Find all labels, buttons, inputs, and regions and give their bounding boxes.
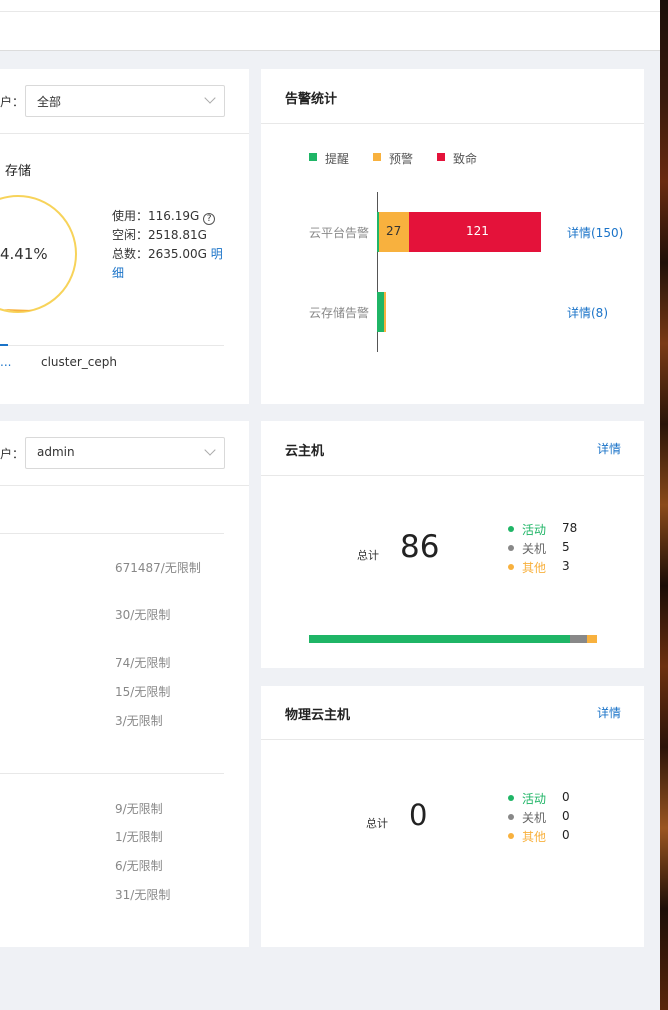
divider (0, 533, 224, 534)
legend-label-warn: 预警 (389, 152, 414, 166)
alarm-storage-detail-link[interactable]: 详情(8) (567, 304, 608, 321)
storage-usage-percent: 4.41% (0, 245, 48, 263)
physical-machine-card: 物理云主机 详情 总计 0 活动 0 关机 0 其他 0 (261, 686, 644, 947)
stat-label-other: 其他 (522, 561, 547, 575)
free-value: 2518.81G (148, 228, 207, 242)
status-bar-other (586, 635, 597, 643)
legend-label-fatal: 致命 (453, 152, 478, 166)
alarm-bar-storage (377, 292, 397, 332)
storage-total-row: 总数：2635.00G 明 (112, 245, 223, 262)
legend-swatch-remind (309, 153, 317, 161)
chevron-down-icon (204, 444, 216, 456)
quota-card: 户： admin 671487/无限制 30/无限制 74/无限制 15/无限制… (0, 421, 249, 947)
stat-label-other: 其他 (522, 830, 547, 844)
stat-value-off: 5 (562, 540, 570, 554)
stat-label-off: 关机 (522, 811, 547, 825)
status-dot-off (508, 545, 514, 551)
bar-label-warn: 27 (386, 224, 402, 238)
vm-stats-legend: 活动 78 关机 5 其他 3 (508, 521, 618, 581)
total-value: 2635.00G (148, 247, 207, 261)
stat-value-other: 3 (562, 559, 570, 573)
tenant-select[interactable]: admin (25, 437, 225, 469)
stat-value-active: 0 (562, 790, 570, 804)
quota-value: 3/无限制 (115, 714, 163, 728)
divider (261, 739, 644, 740)
divider (261, 475, 644, 476)
quota-value: 15/无限制 (115, 685, 171, 699)
legend-swatch-fatal (437, 153, 445, 161)
stat-value-active: 78 (562, 521, 578, 535)
bar-seg-warn (384, 292, 386, 332)
vm-detail-link[interactable]: 详情 (597, 440, 621, 457)
quota-value: 30/无限制 (115, 608, 171, 622)
cluster-tab-active-indicator (0, 344, 8, 346)
bar-seg-remind (377, 292, 384, 332)
alarm-card-title: 告警统计 (285, 92, 338, 107)
divider (0, 133, 249, 134)
alarm-card: 告警统计 提醒 预警 致命 云平台告警 27 121 详情(150) 云存储告警… (261, 69, 644, 404)
quota-value: 1/无限制 (115, 830, 163, 844)
storage-used-row: 使用：116.19G ? (112, 207, 216, 225)
storage-detail-link-cont[interactable]: 细 (112, 264, 124, 281)
status-dot-other (508, 833, 514, 839)
bar-label-fatal: 121 (466, 224, 489, 238)
quota-value: 6/无限制 (115, 859, 163, 873)
quota-value: 671487/无限制 (115, 561, 201, 575)
storage-free-row: 空闲：2518.81G (112, 226, 207, 243)
quota-value: 31/无限制 (115, 888, 171, 902)
pm-card-title: 物理云主机 (285, 708, 351, 723)
desktop-background (660, 0, 668, 1010)
tenant-select-value: admin (37, 445, 75, 459)
stat-value-off: 0 (562, 809, 570, 823)
vm-card: 云主机 详情 总计 86 活动 78 关机 5 其他 3 (261, 421, 644, 668)
storage-card: 户： 全部 存储 4.41% 使用：116.19G ? 空闲：2518.81G … (0, 69, 249, 404)
used-label: 使用： (112, 209, 149, 223)
alarm-row-label-storage: 云存储告警 (309, 306, 370, 320)
status-bar-active (309, 635, 571, 643)
stat-label-active: 活动 (522, 792, 547, 806)
storage-detail-link[interactable]: 明 (211, 247, 223, 261)
cluster-tabs-divider (0, 345, 224, 346)
status-dot-off (508, 814, 514, 820)
question-circle-icon[interactable]: ? (203, 213, 216, 225)
cluster-tab-ceph[interactable]: cluster_ceph (41, 355, 117, 369)
divider (0, 773, 224, 774)
storage-section-title: 存储 (5, 164, 32, 179)
vm-card-title: 云主机 (285, 444, 325, 459)
tenant-select[interactable]: 全部 (25, 85, 225, 117)
used-value: 116.19G (148, 209, 200, 223)
status-dot-active (508, 526, 514, 532)
quota-value: 9/无限制 (115, 802, 163, 816)
vm-total-label: 总计 (357, 549, 379, 562)
pm-total-value: 0 (409, 798, 428, 832)
alarm-legend: 提醒 预警 致命 (309, 150, 509, 166)
vm-status-bar (309, 635, 597, 643)
vm-total-value: 86 (400, 529, 440, 565)
legend-swatch-warn (373, 153, 381, 161)
status-dot-other (508, 564, 514, 570)
top-header (0, 0, 660, 12)
total-label: 总数： (112, 247, 149, 261)
tenant-select-value: 全部 (37, 95, 62, 109)
cluster-tab-truncated[interactable]: ... (0, 355, 11, 369)
tenant-filter-label: 户： (0, 95, 25, 109)
stat-label-off: 关机 (522, 542, 547, 556)
pm-total-label: 总计 (366, 817, 388, 830)
alarm-platform-detail-link[interactable]: 详情(150) (567, 224, 623, 241)
chevron-down-icon (204, 92, 216, 104)
legend-label-remind: 提醒 (325, 152, 350, 166)
status-dot-active (508, 795, 514, 801)
alarm-row-label-platform: 云平台告警 (309, 226, 370, 240)
pm-stats-legend: 活动 0 关机 0 其他 0 (508, 790, 618, 850)
stat-value-other: 0 (562, 828, 570, 842)
stat-label-active: 活动 (522, 523, 547, 537)
quota-value: 74/无限制 (115, 656, 171, 670)
status-bar-off (570, 635, 587, 643)
free-label: 空闲： (112, 228, 149, 242)
toolbar-strip (0, 12, 660, 51)
tenant-filter-label: 户： (0, 447, 25, 461)
divider (0, 485, 249, 486)
pm-detail-link[interactable]: 详情 (597, 704, 621, 721)
divider (261, 123, 644, 124)
